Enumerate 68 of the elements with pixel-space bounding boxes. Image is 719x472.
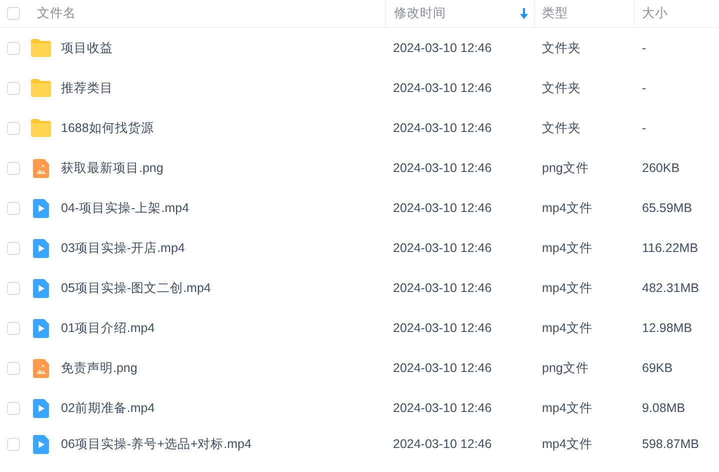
file-type: mp4文件 bbox=[542, 280, 592, 294]
checkbox[interactable] bbox=[7, 122, 20, 134]
video-file-icon bbox=[31, 398, 51, 418]
file-type: 文件夹 bbox=[542, 120, 581, 134]
modified-time: 2024-03-10 12:46 bbox=[393, 401, 492, 415]
checkbox[interactable] bbox=[7, 202, 20, 214]
modified-time: 2024-03-10 12:46 bbox=[393, 161, 492, 175]
file-type: mp4文件 bbox=[542, 436, 592, 450]
modified-time: 2024-03-10 12:46 bbox=[393, 361, 492, 375]
file-name[interactable]: 03项目实操-开店.mp4 bbox=[61, 240, 185, 256]
file-type: 文件夹 bbox=[542, 40, 581, 54]
checkbox[interactable] bbox=[7, 402, 20, 414]
file-size: - bbox=[642, 81, 646, 95]
file-type: 文件夹 bbox=[542, 80, 581, 94]
file-size: 260KB bbox=[642, 161, 680, 175]
modified-time: 2024-03-10 12:46 bbox=[393, 437, 492, 451]
folder-icon bbox=[31, 39, 51, 57]
file-size: 116.22MB bbox=[642, 241, 698, 255]
modified-time: 2024-03-10 12:46 bbox=[393, 121, 492, 135]
checkbox[interactable] bbox=[7, 82, 20, 94]
checkbox[interactable] bbox=[7, 322, 20, 334]
file-name[interactable]: 05项目实操-图文二创.mp4 bbox=[61, 280, 211, 296]
video-file-icon bbox=[31, 238, 51, 258]
file-type: mp4文件 bbox=[542, 240, 592, 254]
file-name[interactable]: 项目收益 bbox=[61, 40, 113, 56]
file-size: - bbox=[642, 41, 646, 55]
file-type: mp4文件 bbox=[542, 200, 592, 214]
file-size: 598.87MB bbox=[642, 437, 699, 451]
file-type: mp4文件 bbox=[542, 400, 592, 414]
checkbox[interactable] bbox=[7, 7, 20, 20]
modified-time: 2024-03-10 12:46 bbox=[393, 281, 492, 295]
image-file-icon bbox=[31, 158, 51, 178]
file-size: 482.31MB bbox=[642, 281, 699, 295]
checkbox[interactable] bbox=[7, 242, 20, 254]
image-file-icon bbox=[31, 358, 51, 378]
file-name[interactable]: 获取最新项目.png bbox=[61, 160, 164, 176]
file-name[interactable]: 04-项目实操-上架.mp4 bbox=[61, 200, 190, 216]
folder-icon bbox=[31, 119, 51, 137]
file-size: - bbox=[642, 121, 646, 135]
file-name[interactable]: 1688如何找货源 bbox=[61, 120, 154, 136]
checkbox[interactable] bbox=[7, 282, 20, 294]
file-type: png文件 bbox=[542, 160, 589, 174]
folder-icon bbox=[31, 79, 51, 97]
file-name[interactable]: 06项目实操-养号+选品+对标.mp4 bbox=[61, 436, 252, 452]
file-type: mp4文件 bbox=[542, 320, 592, 334]
modified-time: 2024-03-10 12:46 bbox=[393, 41, 492, 55]
file-name[interactable]: 02前期准备.mp4 bbox=[61, 400, 155, 416]
file-type: png文件 bbox=[542, 360, 589, 374]
file-name[interactable]: 免责声明.png bbox=[61, 360, 138, 376]
modified-time: 2024-03-10 12:46 bbox=[393, 321, 492, 335]
sort-arrow-icon[interactable] bbox=[520, 8, 528, 19]
modified-time: 2024-03-10 12:46 bbox=[393, 81, 492, 95]
file-size: 9.08MB bbox=[642, 401, 686, 415]
video-file-icon bbox=[31, 318, 51, 338]
checkbox[interactable] bbox=[7, 362, 20, 374]
video-file-icon bbox=[31, 434, 51, 454]
file-name[interactable]: 推荐类目 bbox=[61, 80, 113, 96]
file-size: 12.98MB bbox=[642, 321, 692, 335]
video-file-icon bbox=[31, 278, 51, 298]
modified-time: 2024-03-10 12:46 bbox=[393, 241, 492, 255]
checkbox[interactable] bbox=[7, 438, 20, 450]
file-name[interactable]: 01项目介绍.mp4 bbox=[61, 320, 155, 336]
video-file-icon bbox=[31, 198, 51, 218]
checkbox[interactable] bbox=[7, 162, 20, 174]
modified-time: 2024-03-10 12:46 bbox=[393, 201, 492, 215]
file-size: 65.59MB bbox=[642, 201, 692, 215]
file-size: 69KB bbox=[642, 361, 673, 375]
checkbox[interactable] bbox=[7, 42, 20, 54]
